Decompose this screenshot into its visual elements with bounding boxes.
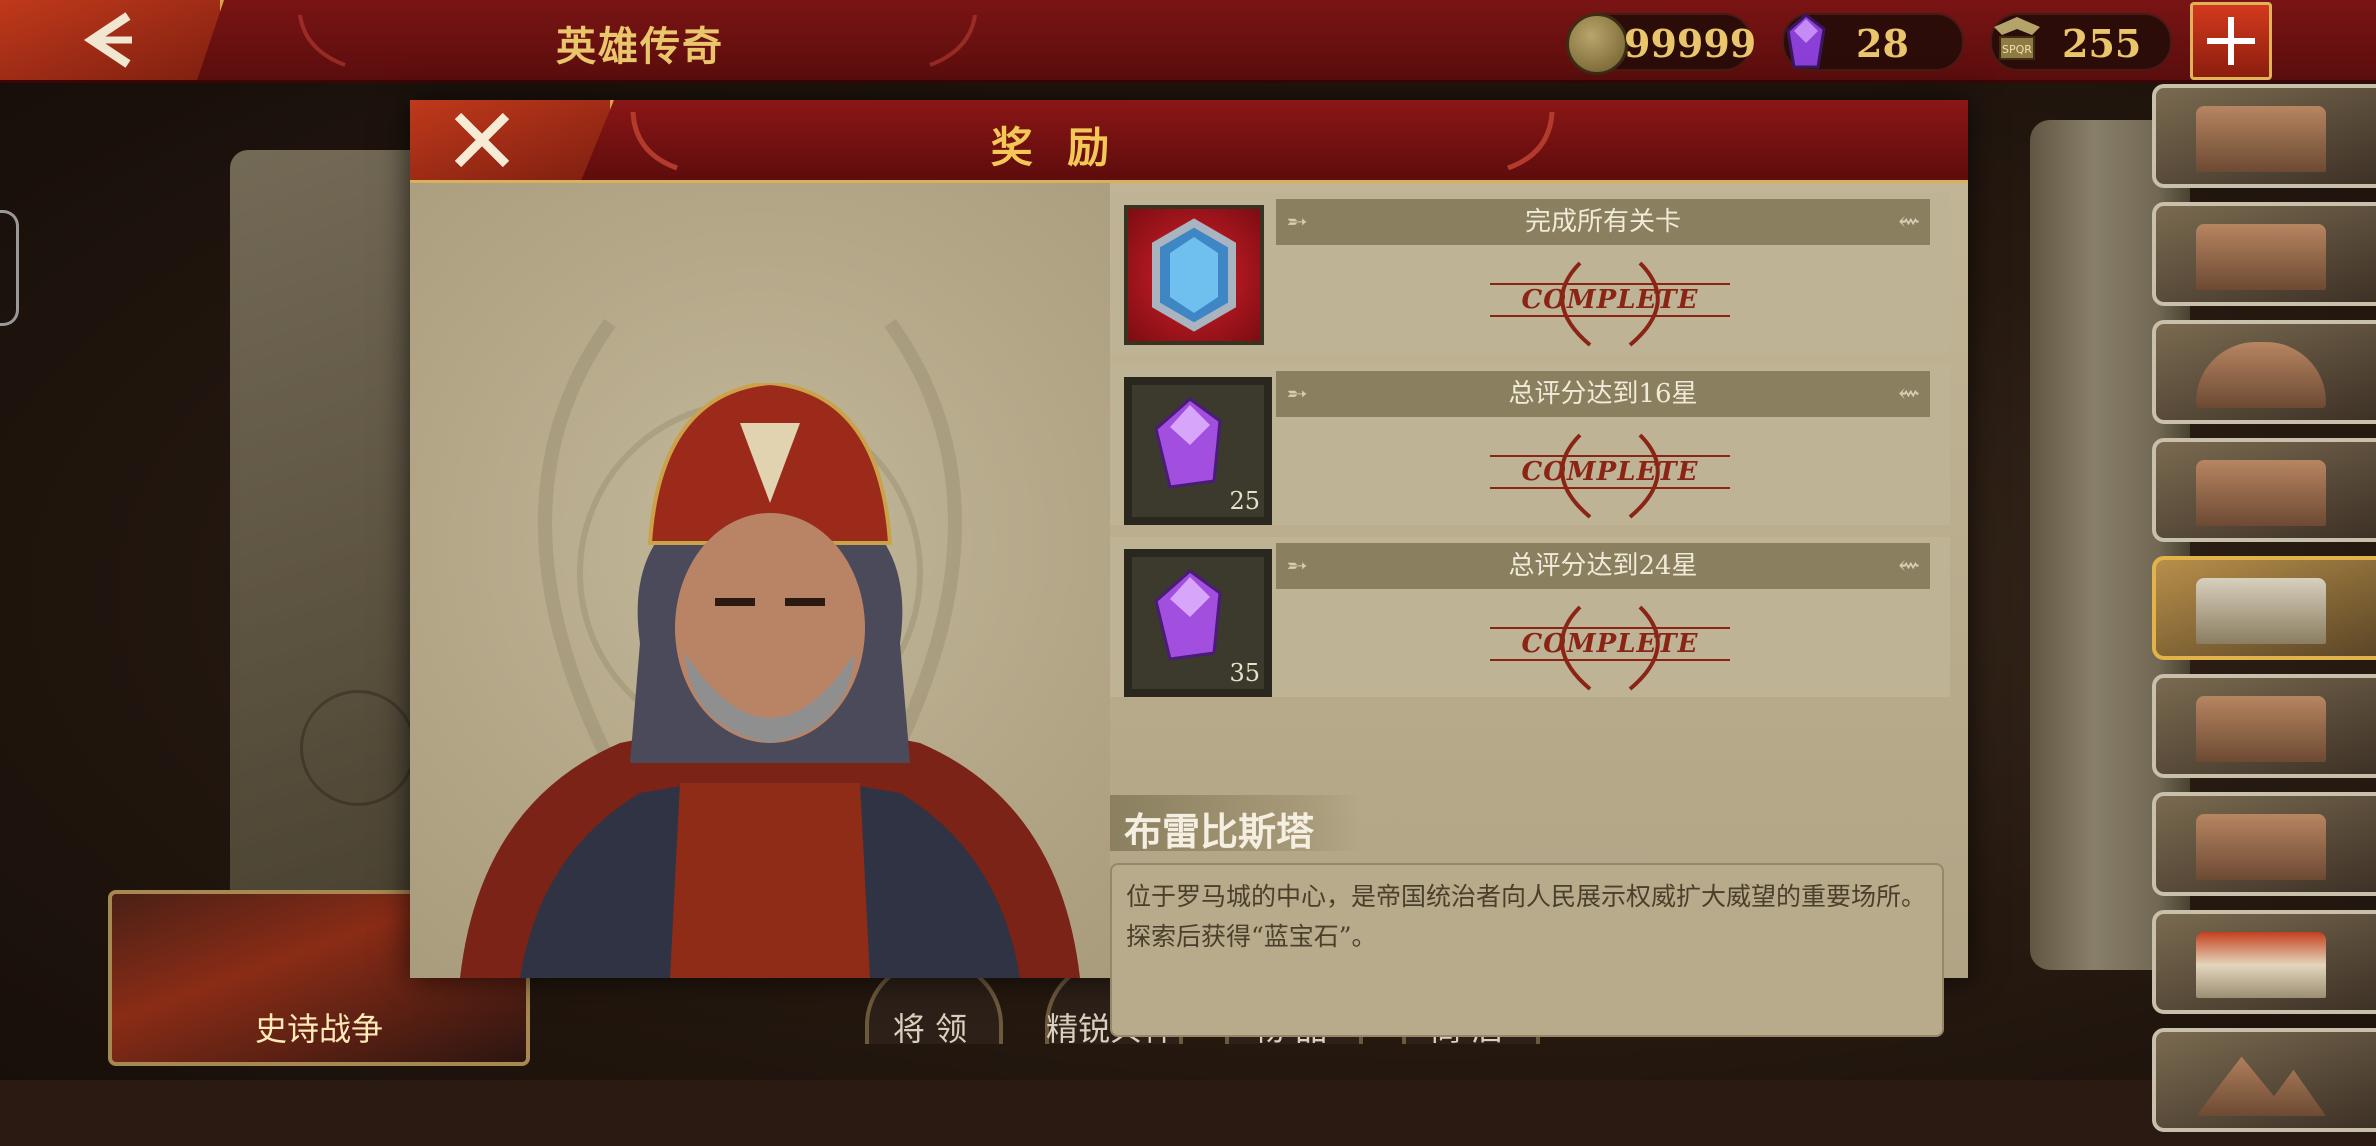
building-great-wall[interactable] [2152,674,2376,778]
fortress-icon [2196,106,2326,172]
laurel-right-icon [929,14,977,67]
nav-generals-label: 将 领 [892,1010,968,1048]
walled-town-icon [2196,224,2326,290]
reward-condition-text: 完成所有关卡 [1524,207,1681,237]
reward-condition-text: 总评分达到24星 [1508,551,1698,581]
close-button[interactable] [410,100,614,180]
petra-icon [2196,814,2326,880]
laurel-left-icon [630,111,678,171]
reward-count: 25 [1229,487,1260,515]
reward-item-slot[interactable]: 25 [1124,377,1272,525]
reward-condition: ➵ 总评分达到16星 ⇜ [1276,371,1930,417]
complete-label: COMPLETE [1490,455,1730,489]
description-line: 位于罗马城的中心，是帝国统治者向人民展示权威扩大威望的重要场所。 [1126,882,1927,911]
gem-counter: 28 [1782,13,1964,71]
reward-row: 35 ➵ 总评分达到24星 ⇜ COMPLETE [1110,537,1950,697]
complete-label: COMPLETE [1490,627,1730,661]
sapphire-gem-icon [1152,218,1236,332]
arrow-right-icon: ⇜ [1898,207,1920,237]
place-name: 布雷比斯塔 [1124,809,1315,854]
purple-gem-icon [1786,13,1826,69]
reward-item-slot[interactable] [1124,205,1264,345]
left-edge-tab[interactable] [0,210,19,326]
reward-item-slot[interactable]: 35 [1124,549,1272,697]
hero-panel [410,183,1110,978]
dialog-header: 奖 励 [410,100,1968,183]
reward-condition-text: 总评分达到16星 [1508,379,1698,409]
building-temple[interactable] [2152,910,2376,1014]
building-list [2152,84,2376,1146]
arrow-right-icon: ⇜ [1898,379,1920,409]
back-arrow-icon [83,12,132,68]
building-fortress[interactable] [2152,84,2376,188]
laurel-right-icon [1507,111,1555,171]
top-bar: 英雄传奇 99999 28 SPQR 255 [0,0,2376,83]
dialog-body: ➵ 完成所有关卡 ⇜ COMPLETE 25 ➵ 总评分达到16星 ⇜ COMP… [410,183,1968,1037]
hero-portrait [460,383,1080,978]
reward-list: ➵ 完成所有关卡 ⇜ COMPLETE 25 ➵ 总评分达到16星 ⇜ COMP… [1110,193,1950,709]
amethyst-gem-icon [1154,569,1222,661]
spqr-value: 255 [2062,21,2142,66]
description-line: 探索后获得“蓝宝石”。 [1126,922,1377,951]
arrow-left-icon: ➵ [1286,379,1308,409]
description-box: 位于罗马城的中心，是帝国统治者向人民展示权威扩大威望的重要场所。 探索后获得“蓝… [1110,863,1944,1037]
colosseum-icon [2196,342,2326,408]
ruins-icon [2196,460,2326,526]
dialog-title: 奖 励 [990,123,1120,172]
add-resource-button[interactable] [2190,2,2272,80]
reward-row: 25 ➵ 总评分达到16星 ⇜ COMPLETE [1110,365,1950,525]
temple-icon [2196,932,2326,998]
building-walled-town[interactable] [2152,202,2376,306]
reward-dialog: 奖 励 ➵ 完成所有关卡 ⇜ COMPLETE 25 ➵ 总评分达到16星 ⇜ … [410,100,1968,1037]
coin-icon [1566,13,1628,75]
arrow-right-icon: ⇜ [1898,551,1920,581]
forum-icon [2196,578,2326,644]
reward-row: ➵ 完成所有关卡 ⇜ COMPLETE [1110,193,1950,353]
building-colosseum[interactable] [2152,320,2376,424]
coin-value: 99999 [1624,21,1757,66]
back-button[interactable] [0,0,224,80]
building-petra[interactable] [2152,792,2376,896]
close-icon [454,112,510,168]
arrow-left-icon: ➵ [1286,207,1308,237]
spqr-eagle-icon: SPQR [1994,17,2040,60]
building-forum[interactable] [2152,556,2376,660]
pyramids-icon [2196,1056,2326,1116]
amethyst-gem-icon [1154,397,1222,489]
arrow-left-icon: ➵ [1286,551,1308,581]
reward-condition: ➵ 完成所有关卡 ⇜ [1276,199,1930,245]
page-title: 英雄传奇 [556,23,724,70]
reward-condition: ➵ 总评分达到24星 ⇜ [1276,543,1930,589]
complete-stamp: COMPLETE [1490,425,1730,525]
reward-count: 35 [1229,659,1260,687]
building-pyramids[interactable] [2152,1028,2376,1132]
coin-counter: 99999 [1566,13,1756,75]
description-text: 位于罗马城的中心，是帝国统治者向人民展示权威扩大威望的重要场所。 探索后获得“蓝… [1126,877,1926,957]
laurel-left-icon [298,14,346,67]
place-name-banner: 布雷比斯塔 [1110,795,1360,854]
svg-text:SPQR: SPQR [2002,43,2032,56]
building-ruins[interactable] [2152,438,2376,542]
complete-stamp: COMPLETE [1490,253,1730,353]
spqr-counter: SPQR 255 [1990,13,2172,71]
complete-stamp: COMPLETE [1490,597,1730,697]
gem-value: 28 [1856,21,1909,66]
complete-label: COMPLETE [1490,283,1730,317]
great-wall-icon [2196,696,2326,762]
epic-war-label: 史诗战争 [254,1010,383,1048]
